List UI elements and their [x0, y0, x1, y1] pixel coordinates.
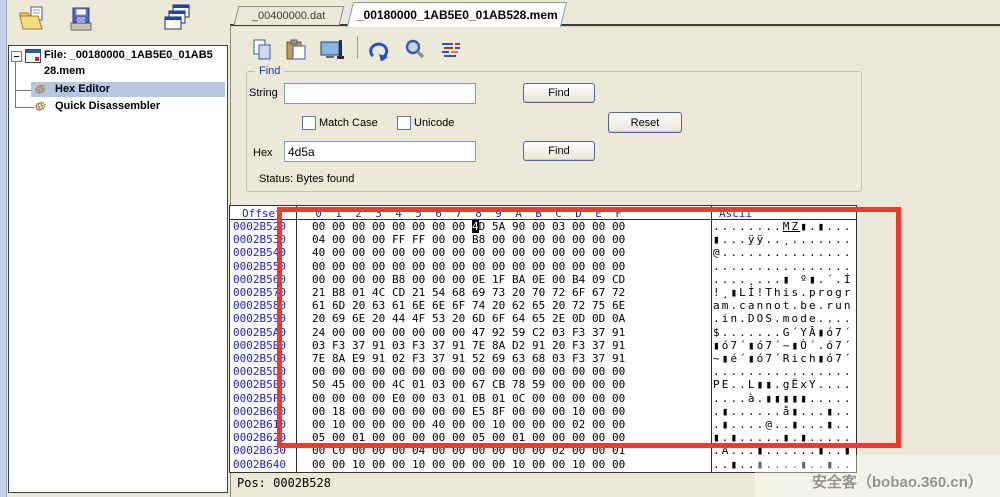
sidebar-item-quick-disassembler[interactable]: ⚙ Quick Disassembler	[31, 99, 225, 114]
byte-cell[interactable]: 00	[492, 458, 512, 471]
string-find-button[interactable]: Find	[523, 83, 595, 103]
tree-root-label-line2[interactable]: 28.mem	[44, 65, 85, 77]
hex-find-button[interactable]: Find	[523, 141, 595, 161]
byte-cell[interactable]: 00	[532, 458, 552, 471]
annotation-rectangle	[277, 207, 901, 448]
tab-00180000-mem[interactable]: _00180000_1AB5E0_01AB528.mem	[347, 2, 567, 27]
watermark-text: 安全客（bobao.360.cn）	[812, 471, 983, 492]
application-window: _00400000.dat _00180000_1AB5E0_01AB528.m…	[0, 0, 1000, 497]
open-file-icon[interactable]	[17, 4, 47, 34]
open-folder-glyph	[18, 6, 46, 32]
cascade-windows-icon[interactable]	[163, 3, 193, 33]
reset-button[interactable]: Reset	[608, 112, 682, 133]
paste-icon[interactable]	[284, 35, 308, 65]
paste-glyph	[285, 39, 307, 61]
disassembly-icon[interactable]	[438, 36, 464, 66]
byte-cell[interactable]: 00	[372, 458, 392, 471]
tree-collapse-toggle[interactable]	[11, 51, 22, 62]
byte-cell[interactable]: 10	[572, 458, 592, 471]
sidebar-item-label: Hex Editor	[55, 83, 110, 95]
byte-cell[interactable]: 00	[472, 458, 492, 471]
file-tree-panel: File: _00180000_1AB5E0_01AB5 28.mem ⚙ He…	[8, 45, 228, 493]
byte-cell[interactable]: 10	[412, 458, 432, 471]
find-panel: Find String Find Match Case Unicode Rese…	[246, 71, 862, 192]
cascade-glyph	[163, 3, 193, 33]
save-glyph	[68, 6, 94, 33]
save-file-icon[interactable]	[66, 4, 96, 34]
find-status-text: Status: Bytes found	[259, 173, 354, 185]
screen-glyph	[320, 39, 346, 61]
tab-00400000-dat[interactable]: _00400000.dat	[234, 6, 345, 25]
file-node-icon	[25, 49, 41, 63]
tree-root-label-line1[interactable]: File: _00180000_1AB5E0_01AB5	[44, 49, 226, 61]
tab-label: _00400000.dat	[252, 10, 325, 22]
screen-copy-icon[interactable]	[320, 35, 346, 65]
byte-cell[interactable]: 00	[312, 458, 332, 471]
byte-cell[interactable]: 00	[332, 458, 352, 471]
search-icon[interactable]	[402, 35, 428, 65]
string-search-input[interactable]	[284, 83, 476, 104]
sidebar-item-label: Quick Disassembler	[55, 100, 160, 112]
unicode-checkbox[interactable]	[397, 116, 411, 130]
byte-cell[interactable]: 00	[452, 458, 472, 471]
match-case-checkbox[interactable]	[302, 116, 316, 130]
sidebar-item-hex-editor[interactable]: ⚙ Hex Editor	[31, 82, 225, 97]
position-status: Pos: 0002B528	[237, 476, 331, 490]
offset-header: Offset	[242, 207, 282, 220]
hex-search-input[interactable]	[284, 141, 476, 162]
tree-connector	[15, 60, 16, 108]
unicode-label: Unicode	[414, 117, 454, 129]
string-label: String	[249, 87, 278, 99]
byte-cell[interactable]: 00	[552, 458, 572, 471]
refresh-icon[interactable]	[368, 36, 394, 66]
listing-glyph	[440, 41, 462, 61]
tab-strip-baseline	[230, 24, 1000, 27]
byte-cell[interactable]: 10	[352, 458, 372, 471]
copy-glyph	[251, 39, 273, 61]
refresh-glyph	[369, 41, 393, 61]
find-panel-title: Find	[255, 65, 284, 77]
offset-cell: 0002B640	[233, 458, 286, 471]
match-case-label: Match Case	[319, 117, 378, 129]
copy-icon[interactable]	[250, 35, 274, 65]
window-left-edge	[0, 0, 7, 497]
toolbar-separator	[357, 36, 358, 59]
byte-cell[interactable]: 00	[612, 458, 632, 471]
gear-icon: ⚙	[36, 100, 47, 112]
gear-icon: ⚙	[36, 83, 47, 95]
byte-cell[interactable]: 00	[592, 458, 612, 471]
byte-cell[interactable]: 00	[392, 458, 412, 471]
tab-label: _00180000_1AB5E0_01AB528.mem	[356, 8, 557, 22]
byte-cell[interactable]: 10	[512, 458, 532, 471]
byte-cell[interactable]: 00	[432, 458, 452, 471]
magnifier-glyph	[403, 38, 427, 62]
hex-label: Hex	[253, 147, 273, 159]
